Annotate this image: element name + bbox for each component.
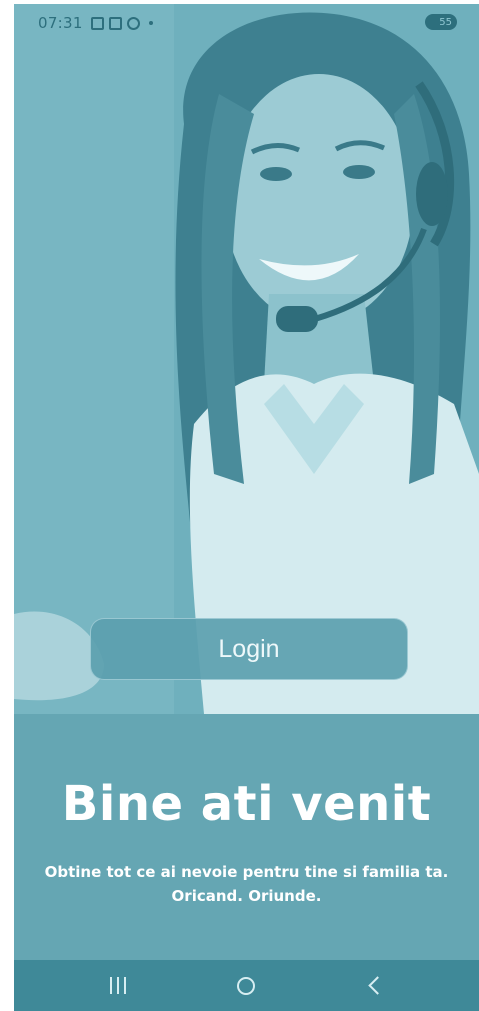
login-button[interactable]: Login (90, 618, 408, 680)
welcome-title: Bine ati venit (61, 776, 432, 832)
welcome-subtitle-line1: Obtine tot ce ai nevoie pentru tine si f… (44, 863, 449, 881)
dot-icon (148, 21, 153, 25)
navigation-bar (14, 960, 479, 1011)
welcome-subtitle-line2: Oricand. Oriunde. (171, 887, 322, 905)
recents-icon (110, 977, 127, 994)
support-agent-photo (14, 4, 479, 714)
alarm-icon (126, 16, 140, 30)
calendar-icon (90, 16, 104, 30)
home-icon (237, 976, 256, 995)
welcome-subtitle: Obtine tot ce ai nevoie pentru tine si f… (14, 860, 479, 908)
battery-level: 55 (439, 16, 452, 28)
home-button[interactable] (216, 966, 276, 1006)
status-icons (90, 16, 153, 30)
recents-button[interactable] (88, 966, 148, 1006)
hero-image: 07:31 55 (14, 4, 479, 714)
back-button[interactable] (345, 966, 405, 1006)
status-bar: 07:31 55 (14, 4, 479, 42)
login-button-label: Login (218, 634, 280, 663)
back-icon (368, 976, 388, 995)
status-time: 07:31 (38, 14, 83, 32)
app-screen: 07:31 55 Login Bine ati venit Obtine tot… (14, 4, 479, 1011)
gallery-icon (108, 16, 122, 30)
battery-icon: 55 (425, 14, 457, 30)
